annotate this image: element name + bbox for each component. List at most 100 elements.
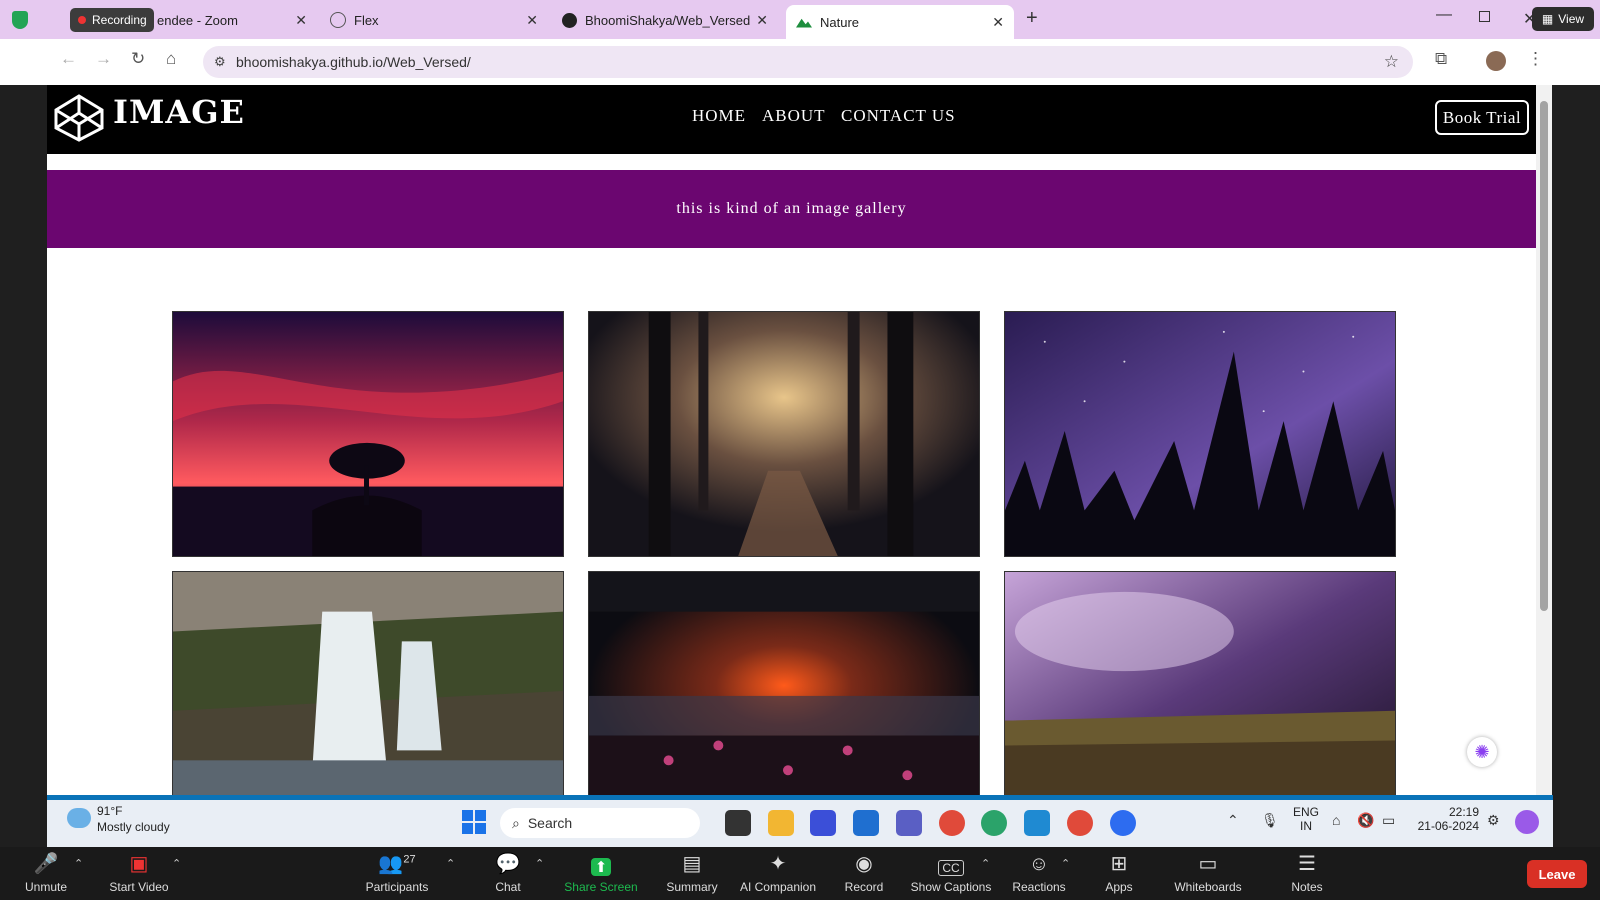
settings-gear-icon[interactable]: ⚙ <box>1487 812 1500 829</box>
participants-label: Participants <box>365 880 429 894</box>
browser-tabbar: Recording endee - Zoom ✕ Flex ✕ BhoomiSh… <box>0 0 1600 39</box>
store-icon[interactable] <box>853 810 879 836</box>
tab-title: Flex <box>354 12 379 28</box>
whiteboards-label: Whiteboards <box>1174 880 1242 894</box>
zoom-view-button[interactable]: ▦ View <box>1532 7 1594 31</box>
site-settings-icon[interactable]: ⚙ <box>214 54 226 70</box>
editor-app-icon[interactable] <box>810 810 836 836</box>
record-dot-icon <box>78 16 86 24</box>
microphone-icon[interactable]: 🎙 <box>1261 812 1279 829</box>
weather-temp[interactable]: 91°F <box>97 804 122 818</box>
clock[interactable]: 22:19 21-06-2024 <box>1417 805 1479 833</box>
cube-logo-icon <box>54 94 104 142</box>
participants-options-chevron-icon[interactable]: ⌃ <box>446 857 455 870</box>
bookmark-star-icon[interactable]: ☆ <box>1384 52 1399 72</box>
menu-icon[interactable]: ⋮ <box>1527 49 1544 69</box>
speaker-muted-icon[interactable]: 🔇 <box>1357 812 1374 829</box>
minimize-icon[interactable]: — <box>1436 6 1452 24</box>
ai-companion-button[interactable]: ✦ AI Companion <box>737 847 819 900</box>
back-icon[interactable]: ← <box>60 49 77 69</box>
windows-start-icon[interactable] <box>462 810 486 834</box>
tab-flex[interactable]: Flex ✕ <box>330 6 538 34</box>
github-icon <box>562 12 577 28</box>
captions-icon: CC <box>938 860 964 876</box>
unmute-label: Unmute <box>24 880 68 894</box>
gallery-image-waterfall <box>172 571 564 800</box>
ai-companion-label: AI Companion <box>739 880 817 894</box>
zoom-app-icon[interactable] <box>1110 810 1136 836</box>
chrome-icon[interactable] <box>939 810 965 836</box>
network-icon[interactable]: ⌂ <box>1332 812 1340 828</box>
search-placeholder: Search <box>527 815 573 831</box>
leave-button[interactable]: Leave <box>1527 860 1587 888</box>
notes-button[interactable]: ☰ Notes <box>1288 847 1326 900</box>
teams-icon[interactable] <box>896 810 922 836</box>
captions-options-chevron-icon[interactable]: ⌃ <box>981 857 990 870</box>
restore-icon[interactable] <box>1479 11 1490 22</box>
close-icon[interactable]: ✕ <box>992 14 1004 31</box>
assistant-brain-icon[interactable]: ✺ <box>1467 737 1497 767</box>
page-scrollbar[interactable] <box>1536 85 1552 800</box>
participants-count: 27 <box>403 853 416 866</box>
extensions-icon[interactable]: ⧉ <box>1435 49 1447 69</box>
share-screen-button[interactable]: ⬆ Share Screen <box>560 847 642 900</box>
shield-icon <box>12 11 28 29</box>
participants-button[interactable]: 👥27 Participants <box>362 847 432 900</box>
address-bar[interactable]: ⚙ bhoomishakya.github.io/Web_Versed/ ☆ <box>203 46 1413 78</box>
tab-nature[interactable]: Nature ✕ <box>786 5 1014 39</box>
clock-date: 21-06-2024 <box>1417 819 1479 833</box>
weather-desc[interactable]: Mostly cloudy <box>97 820 170 834</box>
whiteboard-icon: ▭ <box>1198 853 1218 875</box>
tab-zoom[interactable]: endee - Zoom ✕ <box>157 6 307 34</box>
audio-options-chevron-icon[interactable]: ⌃ <box>74 857 83 870</box>
start-video-label: Start Video <box>109 880 169 894</box>
chrome-profile-icon[interactable] <box>1067 810 1093 836</box>
record-icon: ◉ <box>855 853 873 875</box>
summary-button[interactable]: ▤ Summary <box>664 847 720 900</box>
globe-icon <box>330 12 346 28</box>
edge-icon[interactable] <box>981 810 1007 836</box>
file-explorer-icon[interactable] <box>768 810 794 836</box>
record-label: Record <box>844 880 884 894</box>
home-icon[interactable]: ⌂ <box>166 49 176 69</box>
copilot-icon[interactable] <box>1515 810 1539 834</box>
video-options-chevron-icon[interactable]: ⌃ <box>172 857 181 870</box>
forward-icon[interactable]: → <box>95 49 112 69</box>
book-trial-button[interactable]: Book Trial <box>1435 100 1529 135</box>
battery-icon[interactable]: ▭ <box>1382 812 1395 829</box>
language-indicator[interactable]: ENG IN <box>1291 805 1321 833</box>
nav-about[interactable]: ABOUT <box>762 106 826 126</box>
unmute-button[interactable]: 🎤 Unmute <box>18 847 74 900</box>
apps-button[interactable]: ⊞ Apps <box>1100 847 1138 900</box>
nav-home[interactable]: HOME <box>692 106 746 126</box>
scrollbar-thumb[interactable] <box>1540 101 1548 611</box>
windows-taskbar: 91°F Mostly cloudy ⌕ Search ⌃ 🎙 ENG IN ⌂… <box>47 800 1553 847</box>
whiteboards-button[interactable]: ▭ Whiteboards <box>1172 847 1244 900</box>
chat-button[interactable]: 💬 Chat <box>488 847 528 900</box>
apps-icon: ⊞ <box>1110 853 1128 875</box>
show-captions-button[interactable]: CC Show Captions <box>910 847 992 900</box>
close-icon[interactable]: ✕ <box>295 12 307 29</box>
task-view-icon[interactable] <box>725 810 751 836</box>
profile-avatar[interactable] <box>1486 51 1506 71</box>
zoom-meeting-toolbar: 🎤 Unmute ⌃ ▣ Start Video ⌃ 👥27 Participant… <box>0 847 1600 900</box>
start-video-button[interactable]: ▣ Start Video <box>104 847 174 900</box>
chat-options-chevron-icon[interactable]: ⌃ <box>535 857 544 870</box>
reload-icon[interactable]: ↻ <box>131 49 145 69</box>
new-tab-icon[interactable]: + <box>1026 7 1038 30</box>
participants-icon: 👥27 <box>378 853 416 875</box>
tab-title: Nature <box>820 14 860 30</box>
tab-github[interactable]: BhoomiShakya/Web_Versed ✕ <box>562 6 768 34</box>
nav-contact-us[interactable]: CONTACT US <box>841 106 956 126</box>
close-icon[interactable]: ✕ <box>526 12 538 29</box>
tray-chevron-icon[interactable]: ⌃ <box>1227 812 1239 829</box>
close-icon[interactable]: ✕ <box>756 12 768 29</box>
taskbar-search[interactable]: ⌕ Search <box>500 808 700 838</box>
vscode-icon[interactable] <box>1024 810 1050 836</box>
record-button[interactable]: ◉ Record <box>842 847 886 900</box>
reactions-options-chevron-icon[interactable]: ⌃ <box>1061 857 1070 870</box>
reactions-button[interactable]: ☺ Reactions <box>1011 847 1067 900</box>
summary-icon: ▤ <box>682 853 702 875</box>
notes-icon: ☰ <box>1298 853 1316 875</box>
gallery-banner: this is kind of an image gallery <box>47 170 1536 248</box>
